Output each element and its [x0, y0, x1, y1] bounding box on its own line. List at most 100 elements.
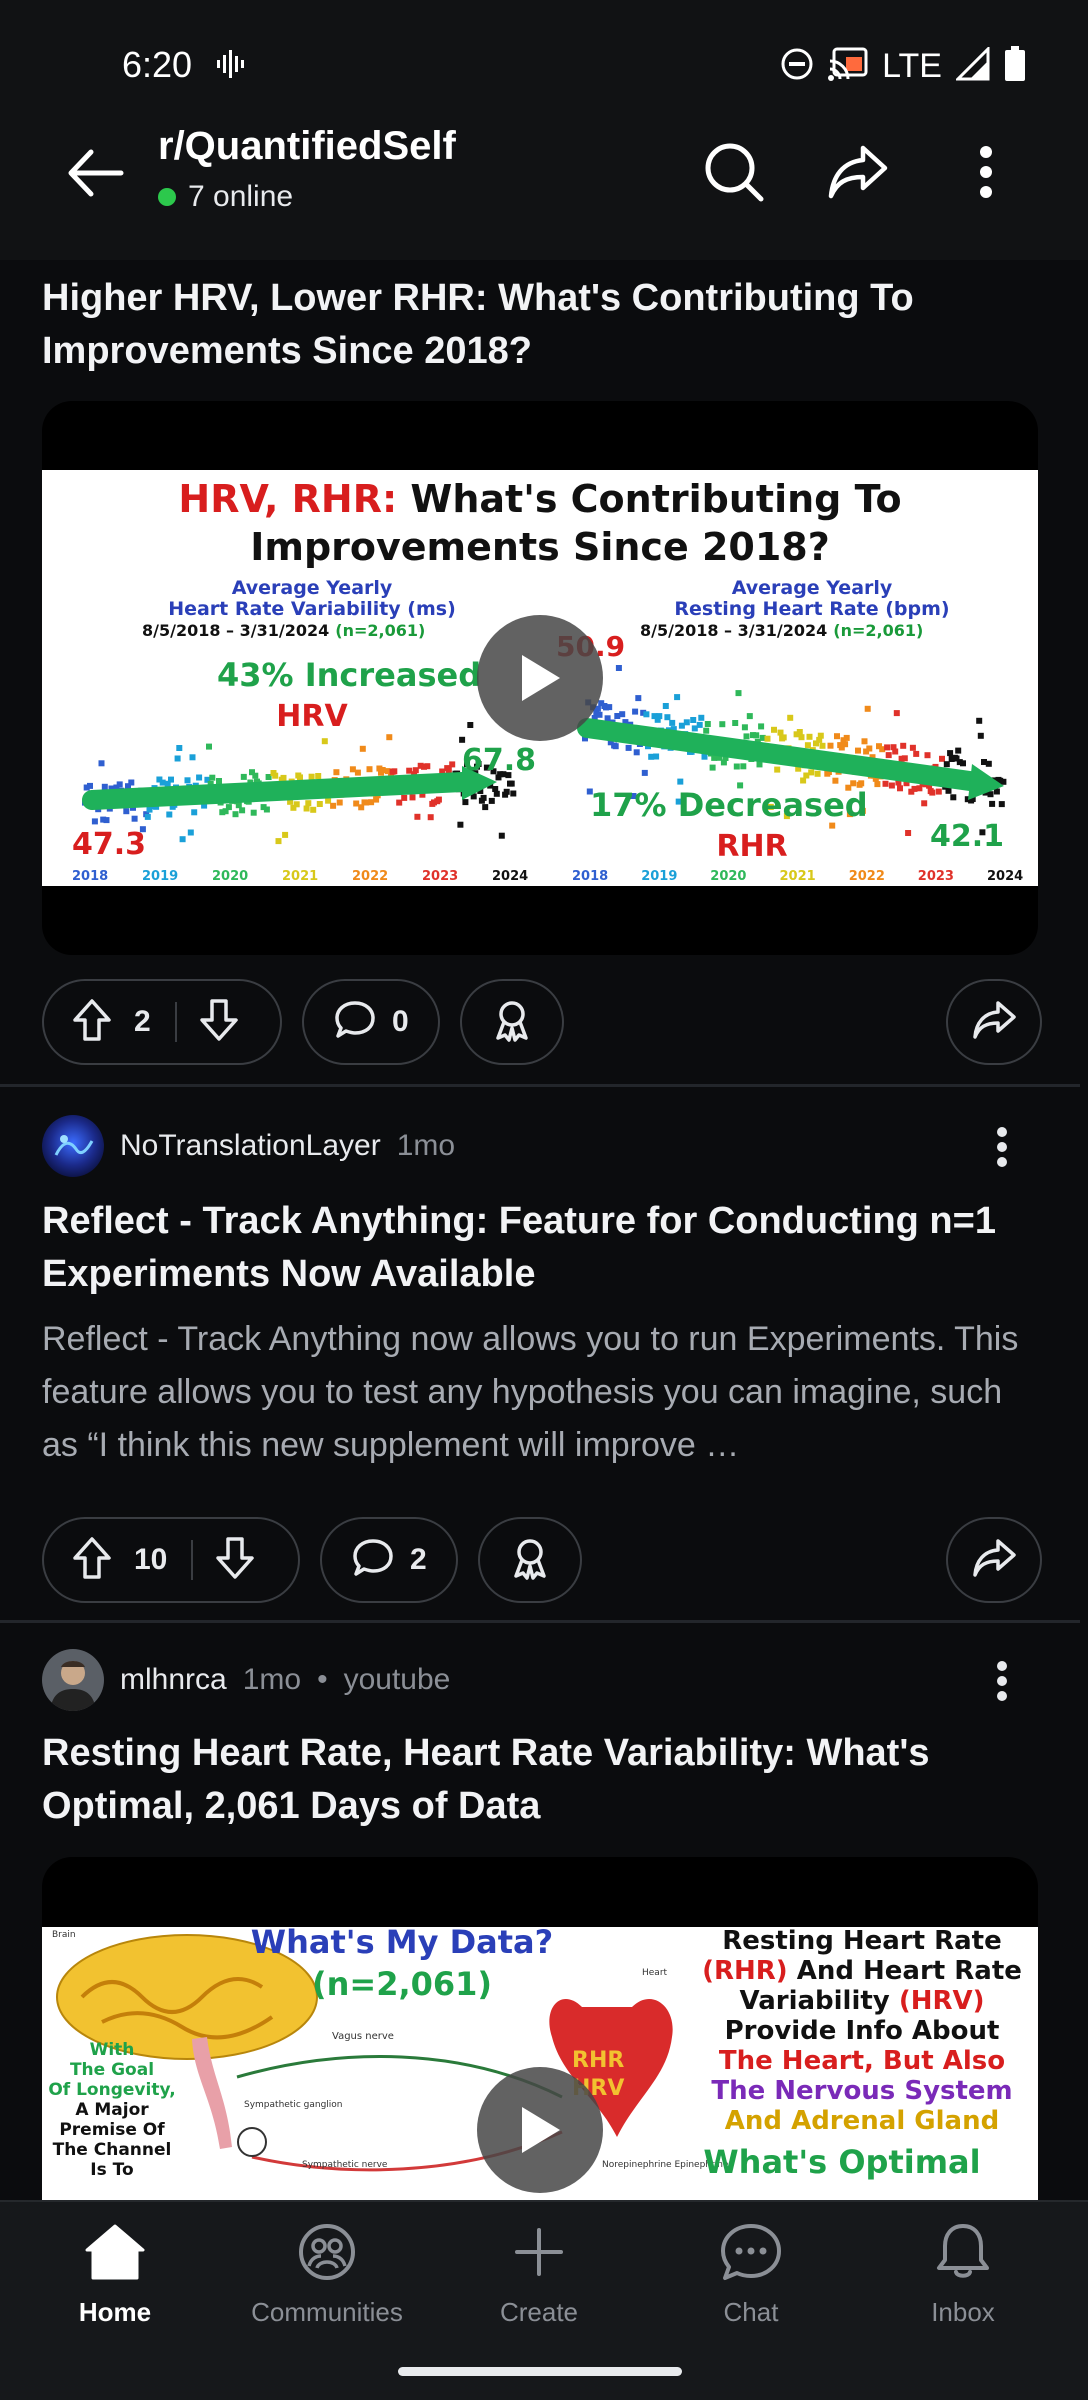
scatter-point [977, 732, 984, 739]
svg-text:Of Longevity,: Of Longevity, [48, 2080, 175, 2100]
post-card[interactable]: NoTranslationLayer 1mo Reflect - Track A… [0, 1087, 1080, 1620]
year-tick-label: 2024 [492, 869, 528, 884]
author-name[interactable]: NoTranslationLayer [120, 1129, 381, 1163]
scatter-point [677, 778, 684, 785]
award-icon [508, 1536, 552, 1585]
thumb-right-line2a: (RHR) [702, 1956, 788, 1986]
play-button[interactable] [477, 2067, 603, 2193]
hrv-start-value: 47.3 [72, 827, 146, 862]
post-author-row: mlhnrca 1mo • youtube [42, 1649, 450, 1711]
comments-button[interactable]: 0 [302, 979, 440, 1065]
status-time: 6:20 [122, 44, 193, 85]
scatter-point [741, 724, 748, 731]
post-card[interactable]: Higher HRV, Lower RHR: What's Contributi… [0, 260, 1080, 1084]
back-button[interactable] [60, 138, 130, 208]
scatter-point [756, 761, 763, 768]
year-tick-label: 2022 [352, 869, 388, 884]
post-feed[interactable]: Higher HRV, Lower RHR: What's Contributi… [0, 260, 1088, 2200]
play-button[interactable] [477, 615, 603, 741]
scatter-point [275, 838, 282, 845]
share-post-button[interactable] [946, 1517, 1042, 1603]
thumb-bottom-text: What's Optimal [703, 2143, 980, 2181]
post-card[interactable]: mlhnrca 1mo • youtube Resting Heart Rate… [0, 1623, 1080, 2200]
upvote-button[interactable] [72, 1536, 112, 1585]
scatter-point [989, 800, 996, 807]
scatter-point [498, 832, 505, 839]
svg-text:Variability (HRV): Variability (HRV) [740, 1986, 985, 2016]
scatter-point [664, 714, 671, 721]
more-options-button[interactable] [948, 134, 1024, 210]
scatter-point [354, 769, 361, 776]
comment-icon [352, 1538, 394, 1583]
author-name[interactable]: mlhnrca [120, 1663, 227, 1697]
scatter-point [366, 766, 373, 773]
communities-icon [295, 2222, 359, 2287]
scatter-point [656, 713, 663, 720]
nav-chat[interactable]: Chat [661, 2222, 841, 2328]
share-post-button[interactable] [946, 979, 1042, 1065]
thumb-right-line4: Provide Info About [725, 2016, 1000, 2046]
thumb-headline-red: HRV, RHR: [178, 477, 397, 521]
thumb-right-line3b: (HRV) [899, 1986, 985, 2016]
post-title[interactable]: Higher HRV, Lower RHR: What's Contributi… [42, 272, 1042, 378]
scatter-point [91, 818, 98, 825]
decrease-text: 17% Decreased [590, 786, 868, 824]
scatter-point [116, 781, 123, 788]
scatter-point [98, 760, 105, 767]
svg-text:8/5/2018 – 3/31/2024(n=2,061): 8/5/2018 – 3/31/2024 (n=2,061) [640, 621, 923, 640]
video-player[interactable]: HRV, RHR: What's Contributing To Improve… [42, 401, 1038, 955]
post-more-button[interactable] [982, 1651, 1022, 1711]
scatter-point [179, 836, 186, 843]
scatter-point [445, 767, 452, 773]
post-title[interactable]: Resting Heart Rate, Heart Rate Variabili… [42, 1727, 1042, 1833]
video-player[interactable]: Brain Vagus nerve Sympathetic ganglion S… [42, 1857, 1038, 2200]
scatter-point [901, 755, 908, 762]
gesture-home-indicator[interactable] [398, 2367, 682, 2376]
scatter-point [733, 763, 740, 770]
post-source[interactable]: youtube [344, 1663, 451, 1697]
year-tick-label: 2023 [422, 869, 458, 884]
increase-label: HRV [276, 699, 348, 734]
scatter-point [913, 750, 920, 757]
award-button[interactable] [460, 979, 564, 1065]
author-avatar[interactable] [42, 1115, 104, 1177]
nav-home[interactable]: Home [25, 2222, 205, 2328]
year-tick-label: 2023 [918, 869, 954, 884]
upvote-button[interactable] [72, 998, 112, 1047]
author-avatar[interactable] [42, 1649, 104, 1711]
post-body-preview[interactable]: Reflect - Track Anything now allows you … [42, 1313, 1042, 1472]
chat-icon [719, 2222, 783, 2287]
scatter-point [985, 760, 992, 767]
nav-communities[interactable]: Communities [237, 2222, 417, 2328]
bell-icon [931, 2222, 995, 2287]
svg-text:HRV, RHR: What's Contributing: HRV, RHR: What's Contributing To [178, 477, 901, 521]
scatter-point [780, 734, 787, 741]
nav-inbox[interactable]: Inbox [873, 2222, 1053, 2328]
downvote-button[interactable] [199, 998, 239, 1047]
scatter-point [832, 777, 839, 784]
post-age: 1mo [242, 1663, 302, 1696]
scatter-point [240, 773, 247, 780]
share-button[interactable] [820, 134, 896, 210]
nav-create[interactable]: Create [449, 2222, 629, 2328]
scatter-point [315, 773, 322, 779]
scatter-point [293, 801, 300, 808]
svg-text:The Goal: The Goal [70, 2060, 154, 2080]
label-symp-nerve: Sympathetic nerve [302, 2160, 388, 2170]
comments-button[interactable]: 2 [320, 1517, 458, 1603]
search-button[interactable] [696, 134, 772, 210]
year-tick-label: 2018 [572, 869, 608, 884]
scatter-point [900, 742, 907, 749]
scatter-point [924, 752, 931, 759]
post-more-button[interactable] [982, 1117, 1022, 1177]
award-button[interactable] [478, 1517, 582, 1603]
scatter-point [87, 782, 93, 789]
post-title[interactable]: Reflect - Track Anything: Feature for Co… [42, 1195, 1042, 1301]
left-chart-n: (n=2,061) [335, 621, 425, 640]
post-age: 1mo [396, 1129, 456, 1162]
subreddit-title[interactable]: r/QuantifiedSelf [158, 124, 456, 169]
scatter-point [690, 717, 697, 723]
vote-control: 10 [42, 1517, 300, 1603]
downvote-button[interactable] [215, 1536, 255, 1585]
scatter-point [316, 801, 323, 807]
